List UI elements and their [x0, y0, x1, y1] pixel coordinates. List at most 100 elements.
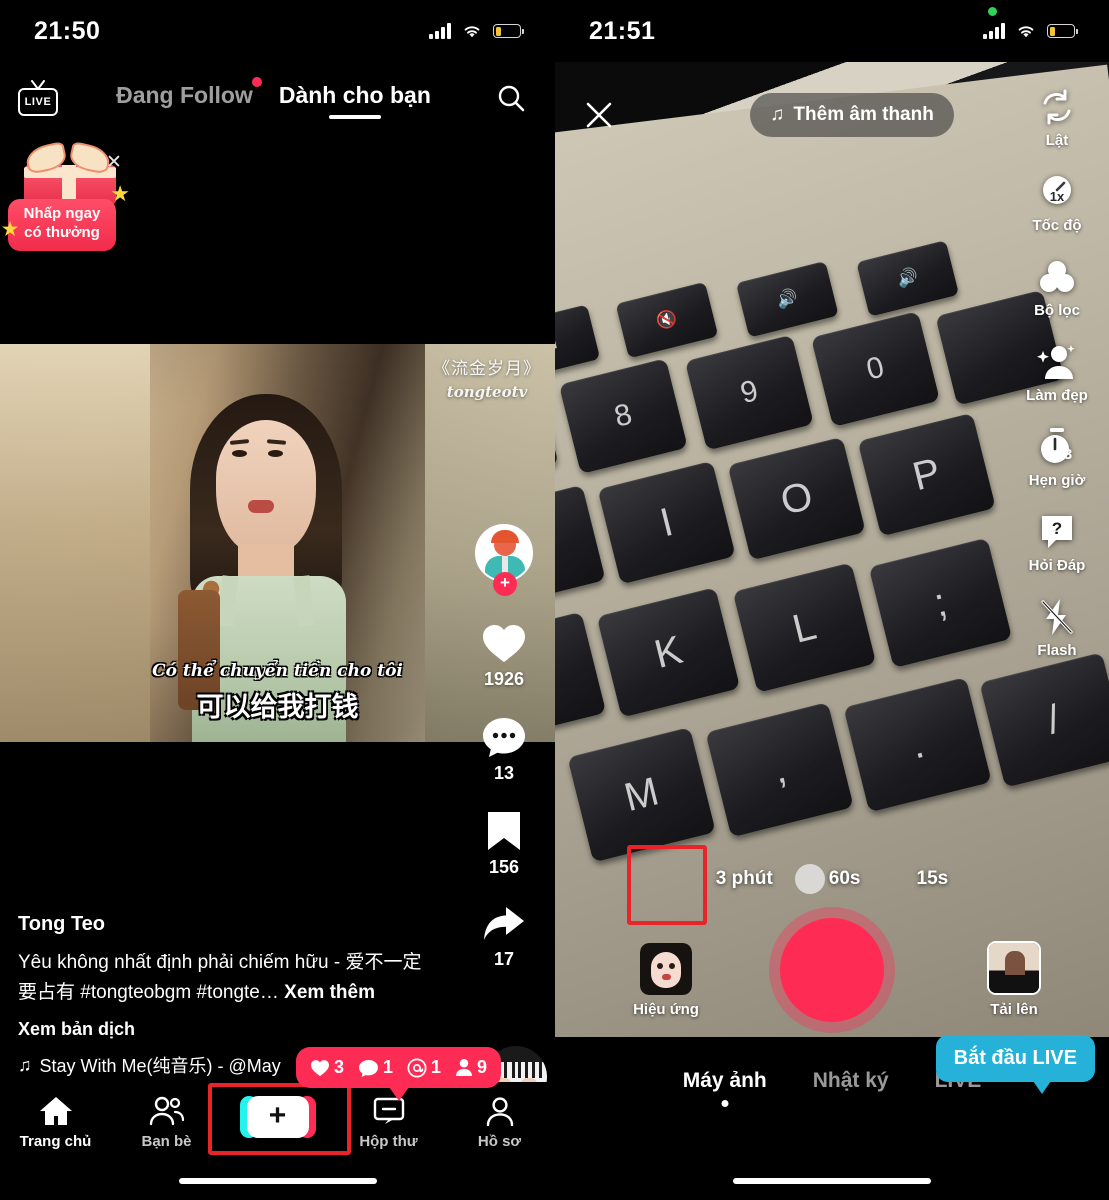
qa-icon: ?: [1036, 511, 1078, 553]
avatar-follow-group[interactable]: +: [465, 524, 543, 596]
add-sound-label: Thêm âm thanh: [793, 104, 934, 125]
flash-label: Flash: [1037, 642, 1077, 659]
follow-button[interactable]: +: [493, 572, 517, 596]
beautify-button[interactable]: Làm đẹp: [1015, 341, 1099, 404]
sidebar-item-home[interactable]: Trang chủ: [0, 1096, 111, 1150]
gift-banner[interactable]: ★ ✕ ★ Nhấp ngay có thưởng: [2, 141, 158, 251]
flip-camera-label: Lật: [1045, 132, 1069, 149]
caption-username[interactable]: Tong Teo: [18, 913, 438, 936]
effects-button[interactable]: Hiệu ứng: [627, 943, 705, 1018]
feed-tabs: Đang Follow Dành cho bạn: [58, 76, 489, 115]
bookmark-icon: [488, 812, 520, 850]
status-bar-right: 21:51: [555, 0, 1109, 62]
home-icon: [39, 1097, 72, 1125]
nav-label-home: Trang chủ: [19, 1133, 92, 1150]
sidebar-item-profile[interactable]: Hồ sơ: [444, 1096, 555, 1150]
tab-camera[interactable]: Máy ảnh: [683, 1069, 767, 1093]
caption-text: Yêu không nhất định phải chiếm hữu - 爱不一…: [18, 948, 438, 1007]
timer-label: Hẹn giờ: [1028, 472, 1086, 489]
music-title: Stay With Me(纯音乐) - @May: [39, 1056, 281, 1076]
flip-camera-icon: [1036, 86, 1078, 128]
upload-label: Tải lên: [990, 1001, 1038, 1018]
mention-icon: [407, 1058, 427, 1077]
home-indicator: [178, 1178, 377, 1184]
qa-label: Hỏi Đáp: [1028, 557, 1086, 574]
flash-button[interactable]: Flash: [1015, 596, 1099, 659]
nav-label-friends: Bạn bè: [141, 1133, 192, 1150]
qa-button[interactable]: ? Hỏi Đáp: [1015, 511, 1099, 574]
gift-banner-label: ★ Nhấp ngay có thưởng: [2, 199, 116, 251]
timer-button[interactable]: 3 Hẹn giờ: [1015, 426, 1099, 489]
close-icon[interactable]: [579, 95, 619, 135]
home-indicator: [733, 1178, 931, 1184]
like-count: 1926: [483, 669, 525, 689]
tab-following-label: Đang Follow: [116, 81, 253, 108]
status-time: 21:50: [34, 16, 101, 45]
tab-notification-dot: [251, 76, 262, 87]
sidebar-item-inbox[interactable]: Hộp thư: [333, 1096, 444, 1150]
status-bar-left: 21:50: [0, 0, 555, 62]
bookmark-count: 156: [488, 857, 520, 877]
tab-for-you[interactable]: Dành cho bạn: [279, 82, 431, 115]
share-button[interactable]: 17: [465, 904, 543, 970]
duration-selected-pill[interactable]: [795, 864, 825, 894]
filter-icon: [1036, 256, 1078, 298]
comment-button[interactable]: 13: [465, 716, 543, 784]
beautify-icon: [1036, 341, 1078, 383]
bookmark-button[interactable]: 156: [465, 810, 543, 878]
signal-bars-icon: [983, 23, 1005, 39]
tiktok-camera-screen: 21:51 ◨ 🔇 🔊 🔊 7 8 9 0: [555, 0, 1109, 1200]
profile-icon: [486, 1097, 513, 1126]
nav-label-profile: Hồ sơ: [477, 1133, 522, 1150]
beautify-label: Làm đẹp: [1026, 387, 1088, 404]
battery-low-icon: [493, 24, 525, 38]
filter-button[interactable]: Bộ lọc: [1015, 256, 1099, 319]
speed-button[interactable]: 1x Tốc độ: [1015, 171, 1099, 234]
caption-more-link[interactable]: Xem thêm: [284, 982, 375, 1003]
tab-following[interactable]: Đang Follow: [116, 76, 262, 115]
wifi-icon: [1015, 23, 1037, 39]
effects-thumbnail-icon: [640, 943, 692, 995]
live-tv-icon[interactable]: LIVE: [18, 80, 58, 116]
duration-3min[interactable]: 3 phút: [716, 868, 773, 890]
duration-15s[interactable]: 15s: [917, 868, 949, 890]
like-button[interactable]: 1926: [465, 622, 543, 690]
sparkle-icon-small: ★: [2, 219, 19, 239]
tooltip-followers: 9: [455, 1057, 487, 1078]
watermark-title: 《流金岁月》: [433, 359, 541, 379]
tooltip-likes-value: 3: [334, 1057, 345, 1077]
comment-count: 13: [493, 763, 515, 783]
tiktok-feed-screen: 21:50 LIVE Đang Follow Dành cho bạn ★ ✕ …: [0, 0, 555, 1200]
svg-text:?: ?: [1052, 519, 1062, 538]
share-arrow-icon: [484, 907, 524, 940]
sidebar-item-friends[interactable]: Bạn bè: [111, 1096, 222, 1150]
duration-selector: 3 phút 60s 15s: [555, 864, 1109, 894]
tooltip-mentions-value: 1: [431, 1057, 442, 1077]
sidebar-item-create[interactable]: +: [222, 1096, 333, 1138]
comment-icon: [483, 718, 525, 757]
music-note-icon: ♫: [770, 104, 785, 125]
upload-button[interactable]: Tải lên: [975, 941, 1053, 1018]
svg-text:1x: 1x: [1050, 189, 1065, 204]
see-translation-link[interactable]: Xem bản dịch: [18, 1019, 438, 1040]
share-count: 17: [493, 949, 515, 969]
gift-box-icon: ★ ✕: [14, 141, 134, 206]
flip-camera-button[interactable]: Lật: [1015, 86, 1099, 149]
activity-tooltip[interactable]: 3 1 1 9: [296, 1047, 502, 1088]
start-live-tooltip[interactable]: Bắt đầu LIVE: [935, 1035, 1095, 1094]
plus-glyph: +: [268, 1098, 287, 1132]
heart-icon: [311, 1059, 329, 1076]
duration-60s[interactable]: 60s: [829, 868, 861, 890]
search-icon[interactable]: [489, 76, 533, 120]
close-icon[interactable]: ✕: [106, 151, 122, 174]
filter-label: Bộ lọc: [1034, 302, 1080, 319]
tooltip-comments: 1: [358, 1057, 393, 1078]
status-icons: [429, 23, 525, 39]
timer-icon: 3: [1036, 426, 1078, 468]
tab-diary[interactable]: Nhật ký: [813, 1069, 889, 1093]
create-plus-icon[interactable]: +: [239, 1096, 316, 1138]
record-button-icon[interactable]: [780, 918, 884, 1022]
video-action-rail: + 1926 13 156 17: [465, 524, 543, 996]
speed-icon: 1x: [1036, 171, 1078, 213]
add-sound-button[interactable]: ♫ Thêm âm thanh: [750, 93, 954, 137]
